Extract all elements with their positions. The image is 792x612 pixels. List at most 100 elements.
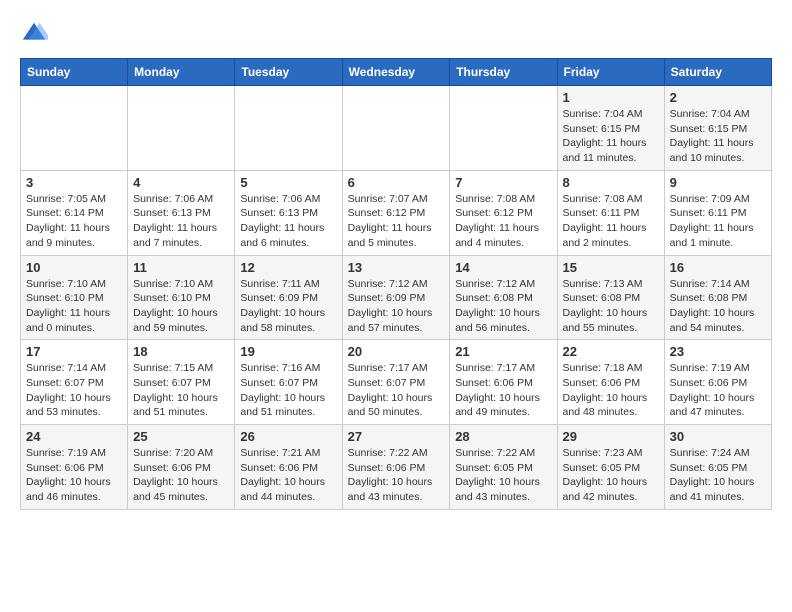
day-info: Sunrise: 7:08 AMSunset: 6:12 PMDaylight:… <box>455 192 551 251</box>
day-info: Sunrise: 7:21 AMSunset: 6:06 PMDaylight:… <box>240 446 336 505</box>
day-cell: 30 Sunrise: 7:24 AMSunset: 6:05 PMDayligh… <box>664 425 771 510</box>
day-info: Sunrise: 7:24 AMSunset: 6:05 PMDaylight:… <box>670 446 766 505</box>
day-number: 3 <box>26 175 122 190</box>
day-info: Sunrise: 7:17 AMSunset: 6:07 PMDaylight:… <box>348 361 445 420</box>
column-header-sunday: Sunday <box>21 59 128 86</box>
day-cell: 8 Sunrise: 7:08 AMSunset: 6:11 PMDaylight… <box>557 170 664 255</box>
day-cell: 25 Sunrise: 7:20 AMSunset: 6:06 PMDayligh… <box>128 425 235 510</box>
day-cell: 18 Sunrise: 7:15 AMSunset: 6:07 PMDayligh… <box>128 340 235 425</box>
day-number: 17 <box>26 344 122 359</box>
calendar-table: SundayMondayTuesdayWednesdayThursdayFrid… <box>20 58 772 510</box>
day-cell <box>342 86 450 171</box>
day-number: 27 <box>348 429 445 444</box>
day-info: Sunrise: 7:19 AMSunset: 6:06 PMDaylight:… <box>670 361 766 420</box>
day-cell: 1 Sunrise: 7:04 AMSunset: 6:15 PMDaylight… <box>557 86 664 171</box>
day-cell: 7 Sunrise: 7:08 AMSunset: 6:12 PMDaylight… <box>450 170 557 255</box>
day-cell: 15 Sunrise: 7:13 AMSunset: 6:08 PMDayligh… <box>557 255 664 340</box>
day-info: Sunrise: 7:13 AMSunset: 6:08 PMDaylight:… <box>563 277 659 336</box>
day-cell: 12 Sunrise: 7:11 AMSunset: 6:09 PMDayligh… <box>235 255 342 340</box>
column-header-friday: Friday <box>557 59 664 86</box>
day-number: 20 <box>348 344 445 359</box>
day-number: 10 <box>26 260 122 275</box>
day-number: 18 <box>133 344 229 359</box>
week-row-4: 24 Sunrise: 7:19 AMSunset: 6:06 PMDayligh… <box>21 425 772 510</box>
day-cell <box>235 86 342 171</box>
day-number: 5 <box>240 175 336 190</box>
day-cell: 13 Sunrise: 7:12 AMSunset: 6:09 PMDayligh… <box>342 255 450 340</box>
day-cell: 21 Sunrise: 7:17 AMSunset: 6:06 PMDayligh… <box>450 340 557 425</box>
day-number: 12 <box>240 260 336 275</box>
week-row-1: 3 Sunrise: 7:05 AMSunset: 6:14 PMDaylight… <box>21 170 772 255</box>
day-cell: 28 Sunrise: 7:22 AMSunset: 6:05 PMDayligh… <box>450 425 557 510</box>
logo-icon <box>20 20 48 48</box>
day-info: Sunrise: 7:12 AMSunset: 6:08 PMDaylight:… <box>455 277 551 336</box>
header-row: SundayMondayTuesdayWednesdayThursdayFrid… <box>21 59 772 86</box>
day-info: Sunrise: 7:18 AMSunset: 6:06 PMDaylight:… <box>563 361 659 420</box>
week-row-3: 17 Sunrise: 7:14 AMSunset: 6:07 PMDayligh… <box>21 340 772 425</box>
day-cell: 26 Sunrise: 7:21 AMSunset: 6:06 PMDayligh… <box>235 425 342 510</box>
day-info: Sunrise: 7:12 AMSunset: 6:09 PMDaylight:… <box>348 277 445 336</box>
day-cell: 14 Sunrise: 7:12 AMSunset: 6:08 PMDayligh… <box>450 255 557 340</box>
column-header-thursday: Thursday <box>450 59 557 86</box>
day-number: 30 <box>670 429 766 444</box>
day-info: Sunrise: 7:14 AMSunset: 6:07 PMDaylight:… <box>26 361 122 420</box>
day-info: Sunrise: 7:22 AMSunset: 6:06 PMDaylight:… <box>348 446 445 505</box>
page-header <box>20 20 772 48</box>
day-number: 24 <box>26 429 122 444</box>
day-cell: 19 Sunrise: 7:16 AMSunset: 6:07 PMDayligh… <box>235 340 342 425</box>
day-cell: 27 Sunrise: 7:22 AMSunset: 6:06 PMDayligh… <box>342 425 450 510</box>
day-number: 15 <box>563 260 659 275</box>
day-number: 1 <box>563 90 659 105</box>
day-number: 28 <box>455 429 551 444</box>
day-info: Sunrise: 7:08 AMSunset: 6:11 PMDaylight:… <box>563 192 659 251</box>
column-header-monday: Monday <box>128 59 235 86</box>
day-info: Sunrise: 7:15 AMSunset: 6:07 PMDaylight:… <box>133 361 229 420</box>
logo <box>20 20 52 48</box>
day-info: Sunrise: 7:06 AMSunset: 6:13 PMDaylight:… <box>133 192 229 251</box>
day-info: Sunrise: 7:16 AMSunset: 6:07 PMDaylight:… <box>240 361 336 420</box>
day-number: 9 <box>670 175 766 190</box>
day-number: 25 <box>133 429 229 444</box>
week-row-0: 1 Sunrise: 7:04 AMSunset: 6:15 PMDaylight… <box>21 86 772 171</box>
day-info: Sunrise: 7:20 AMSunset: 6:06 PMDaylight:… <box>133 446 229 505</box>
day-cell: 6Sunrise: 7:07 AMSunset: 6:12 PMDaylight… <box>342 170 450 255</box>
calendar-header: SundayMondayTuesdayWednesdayThursdayFrid… <box>21 59 772 86</box>
day-number: 7 <box>455 175 551 190</box>
day-cell <box>450 86 557 171</box>
day-number: 2 <box>670 90 766 105</box>
day-number: 14 <box>455 260 551 275</box>
day-info: Sunrise: 7:19 AMSunset: 6:06 PMDaylight:… <box>26 446 122 505</box>
day-number: 22 <box>563 344 659 359</box>
day-cell: 10 Sunrise: 7:10 AMSunset: 6:10 PMDayligh… <box>21 255 128 340</box>
day-info: Sunrise: 7:07 AMSunset: 6:12 PMDaylight:… <box>348 192 445 251</box>
day-number: 26 <box>240 429 336 444</box>
day-info: Sunrise: 7:17 AMSunset: 6:06 PMDaylight:… <box>455 361 551 420</box>
day-info: Sunrise: 7:23 AMSunset: 6:05 PMDaylight:… <box>563 446 659 505</box>
day-cell: 9Sunrise: 7:09 AMSunset: 6:11 PMDaylight… <box>664 170 771 255</box>
day-cell: 22 Sunrise: 7:18 AMSunset: 6:06 PMDayligh… <box>557 340 664 425</box>
day-number: 8 <box>563 175 659 190</box>
day-info: Sunrise: 7:11 AMSunset: 6:09 PMDaylight:… <box>240 277 336 336</box>
day-number: 19 <box>240 344 336 359</box>
day-cell: 11Sunrise: 7:10 AMSunset: 6:10 PMDayligh… <box>128 255 235 340</box>
day-info: Sunrise: 7:10 AMSunset: 6:10 PMDaylight:… <box>26 277 122 336</box>
day-info: Sunrise: 7:04 AMSunset: 6:15 PMDaylight:… <box>563 107 659 166</box>
day-number: 4 <box>133 175 229 190</box>
calendar-body: 1 Sunrise: 7:04 AMSunset: 6:15 PMDaylight… <box>21 86 772 510</box>
day-number: 11 <box>133 260 229 275</box>
week-row-2: 10 Sunrise: 7:10 AMSunset: 6:10 PMDayligh… <box>21 255 772 340</box>
column-header-tuesday: Tuesday <box>235 59 342 86</box>
day-info: Sunrise: 7:06 AMSunset: 6:13 PMDaylight:… <box>240 192 336 251</box>
day-info: Sunrise: 7:04 AMSunset: 6:15 PMDaylight:… <box>670 107 766 166</box>
column-header-saturday: Saturday <box>664 59 771 86</box>
day-number: 13 <box>348 260 445 275</box>
day-info: Sunrise: 7:14 AMSunset: 6:08 PMDaylight:… <box>670 277 766 336</box>
day-number: 23 <box>670 344 766 359</box>
day-cell: 29Sunrise: 7:23 AMSunset: 6:05 PMDayligh… <box>557 425 664 510</box>
day-number: 21 <box>455 344 551 359</box>
day-info: Sunrise: 7:22 AMSunset: 6:05 PMDaylight:… <box>455 446 551 505</box>
day-cell: 4 Sunrise: 7:06 AMSunset: 6:13 PMDaylight… <box>128 170 235 255</box>
day-number: 16 <box>670 260 766 275</box>
day-cell: 5 Sunrise: 7:06 AMSunset: 6:13 PMDaylight… <box>235 170 342 255</box>
day-info: Sunrise: 7:05 AMSunset: 6:14 PMDaylight:… <box>26 192 122 251</box>
